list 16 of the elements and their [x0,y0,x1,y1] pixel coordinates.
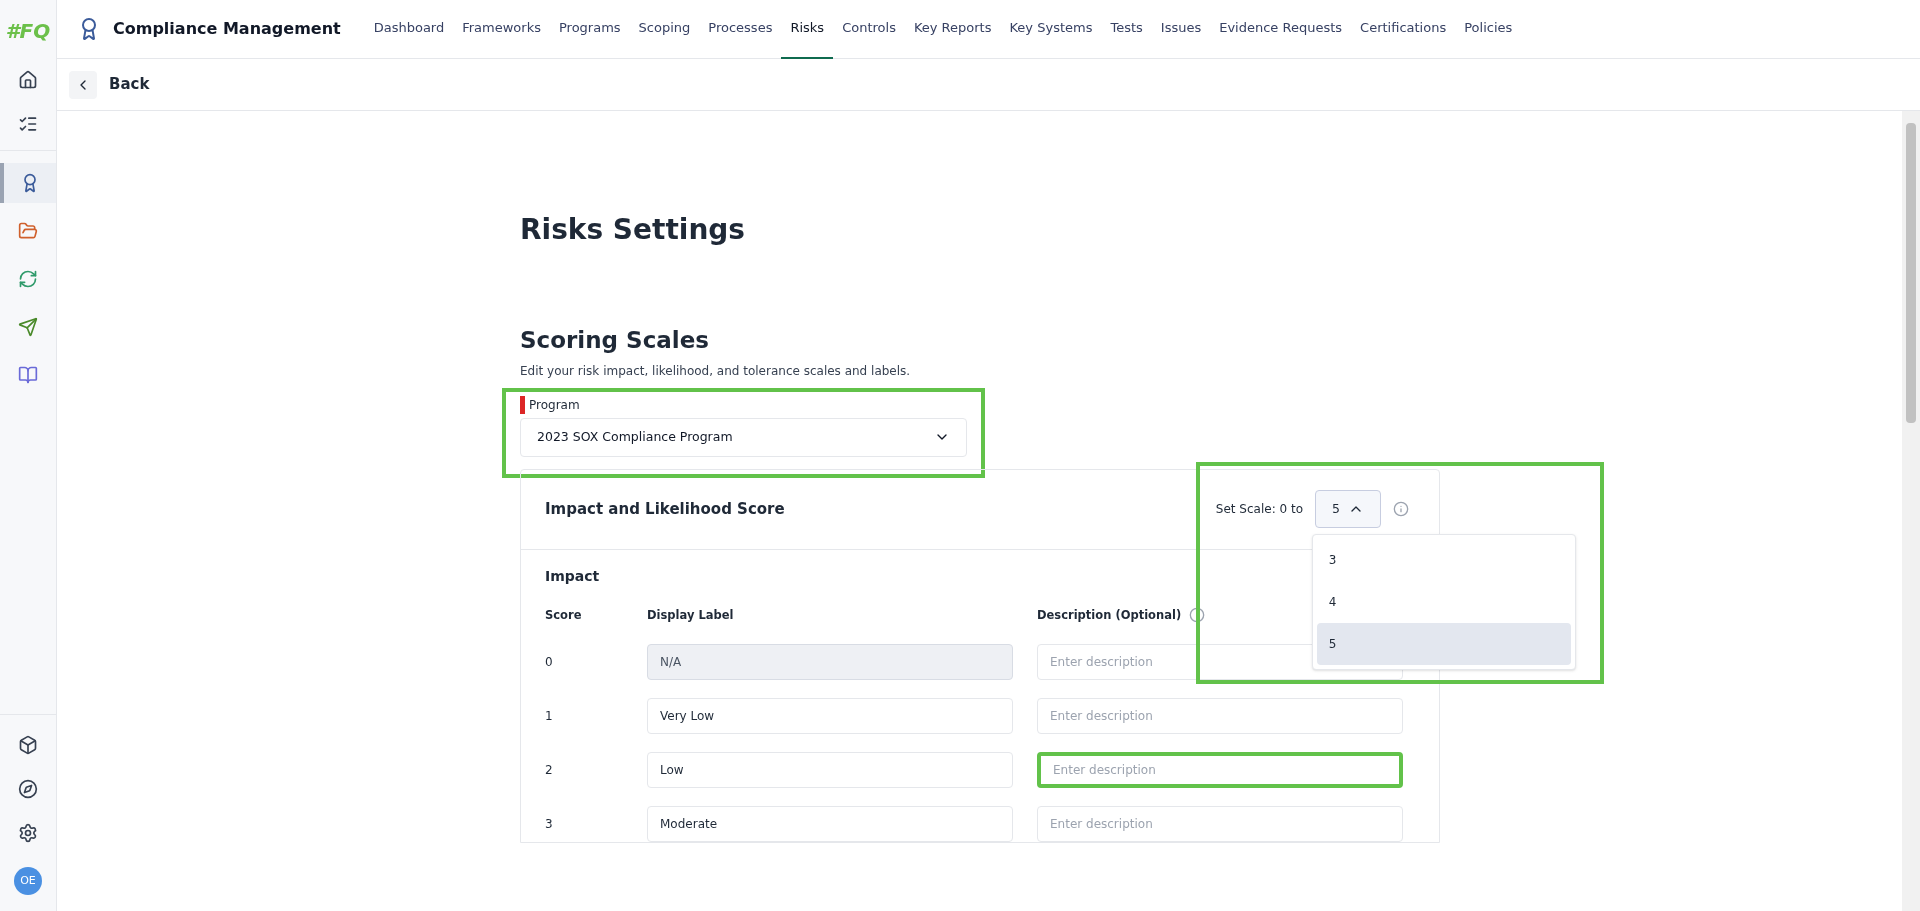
score-value: 3 [545,815,554,833]
section-subtitle: Edit your risk impact, likelihood, and tolerance scales and labels. [520,362,912,380]
page-title: Risks Settings [520,212,747,248]
field-label: Program [520,395,580,414]
app-title: Compliance Management [113,18,341,40]
score-value: 2 [545,761,554,779]
subsection-title: Impact [545,566,601,586]
score-value: 1 [545,707,554,725]
column-header: Description (Optional) [1037,606,1182,624]
scale-label: Set Scale: 0 to [1215,501,1303,518]
score-value: 0 [545,653,554,671]
column-header: Score [545,606,583,624]
back-label: Back [109,74,150,96]
section-title: Scoring Scales [520,326,710,355]
column-header: Display Label [647,606,735,624]
card-title: Impact and Likelihood Score [545,498,785,520]
